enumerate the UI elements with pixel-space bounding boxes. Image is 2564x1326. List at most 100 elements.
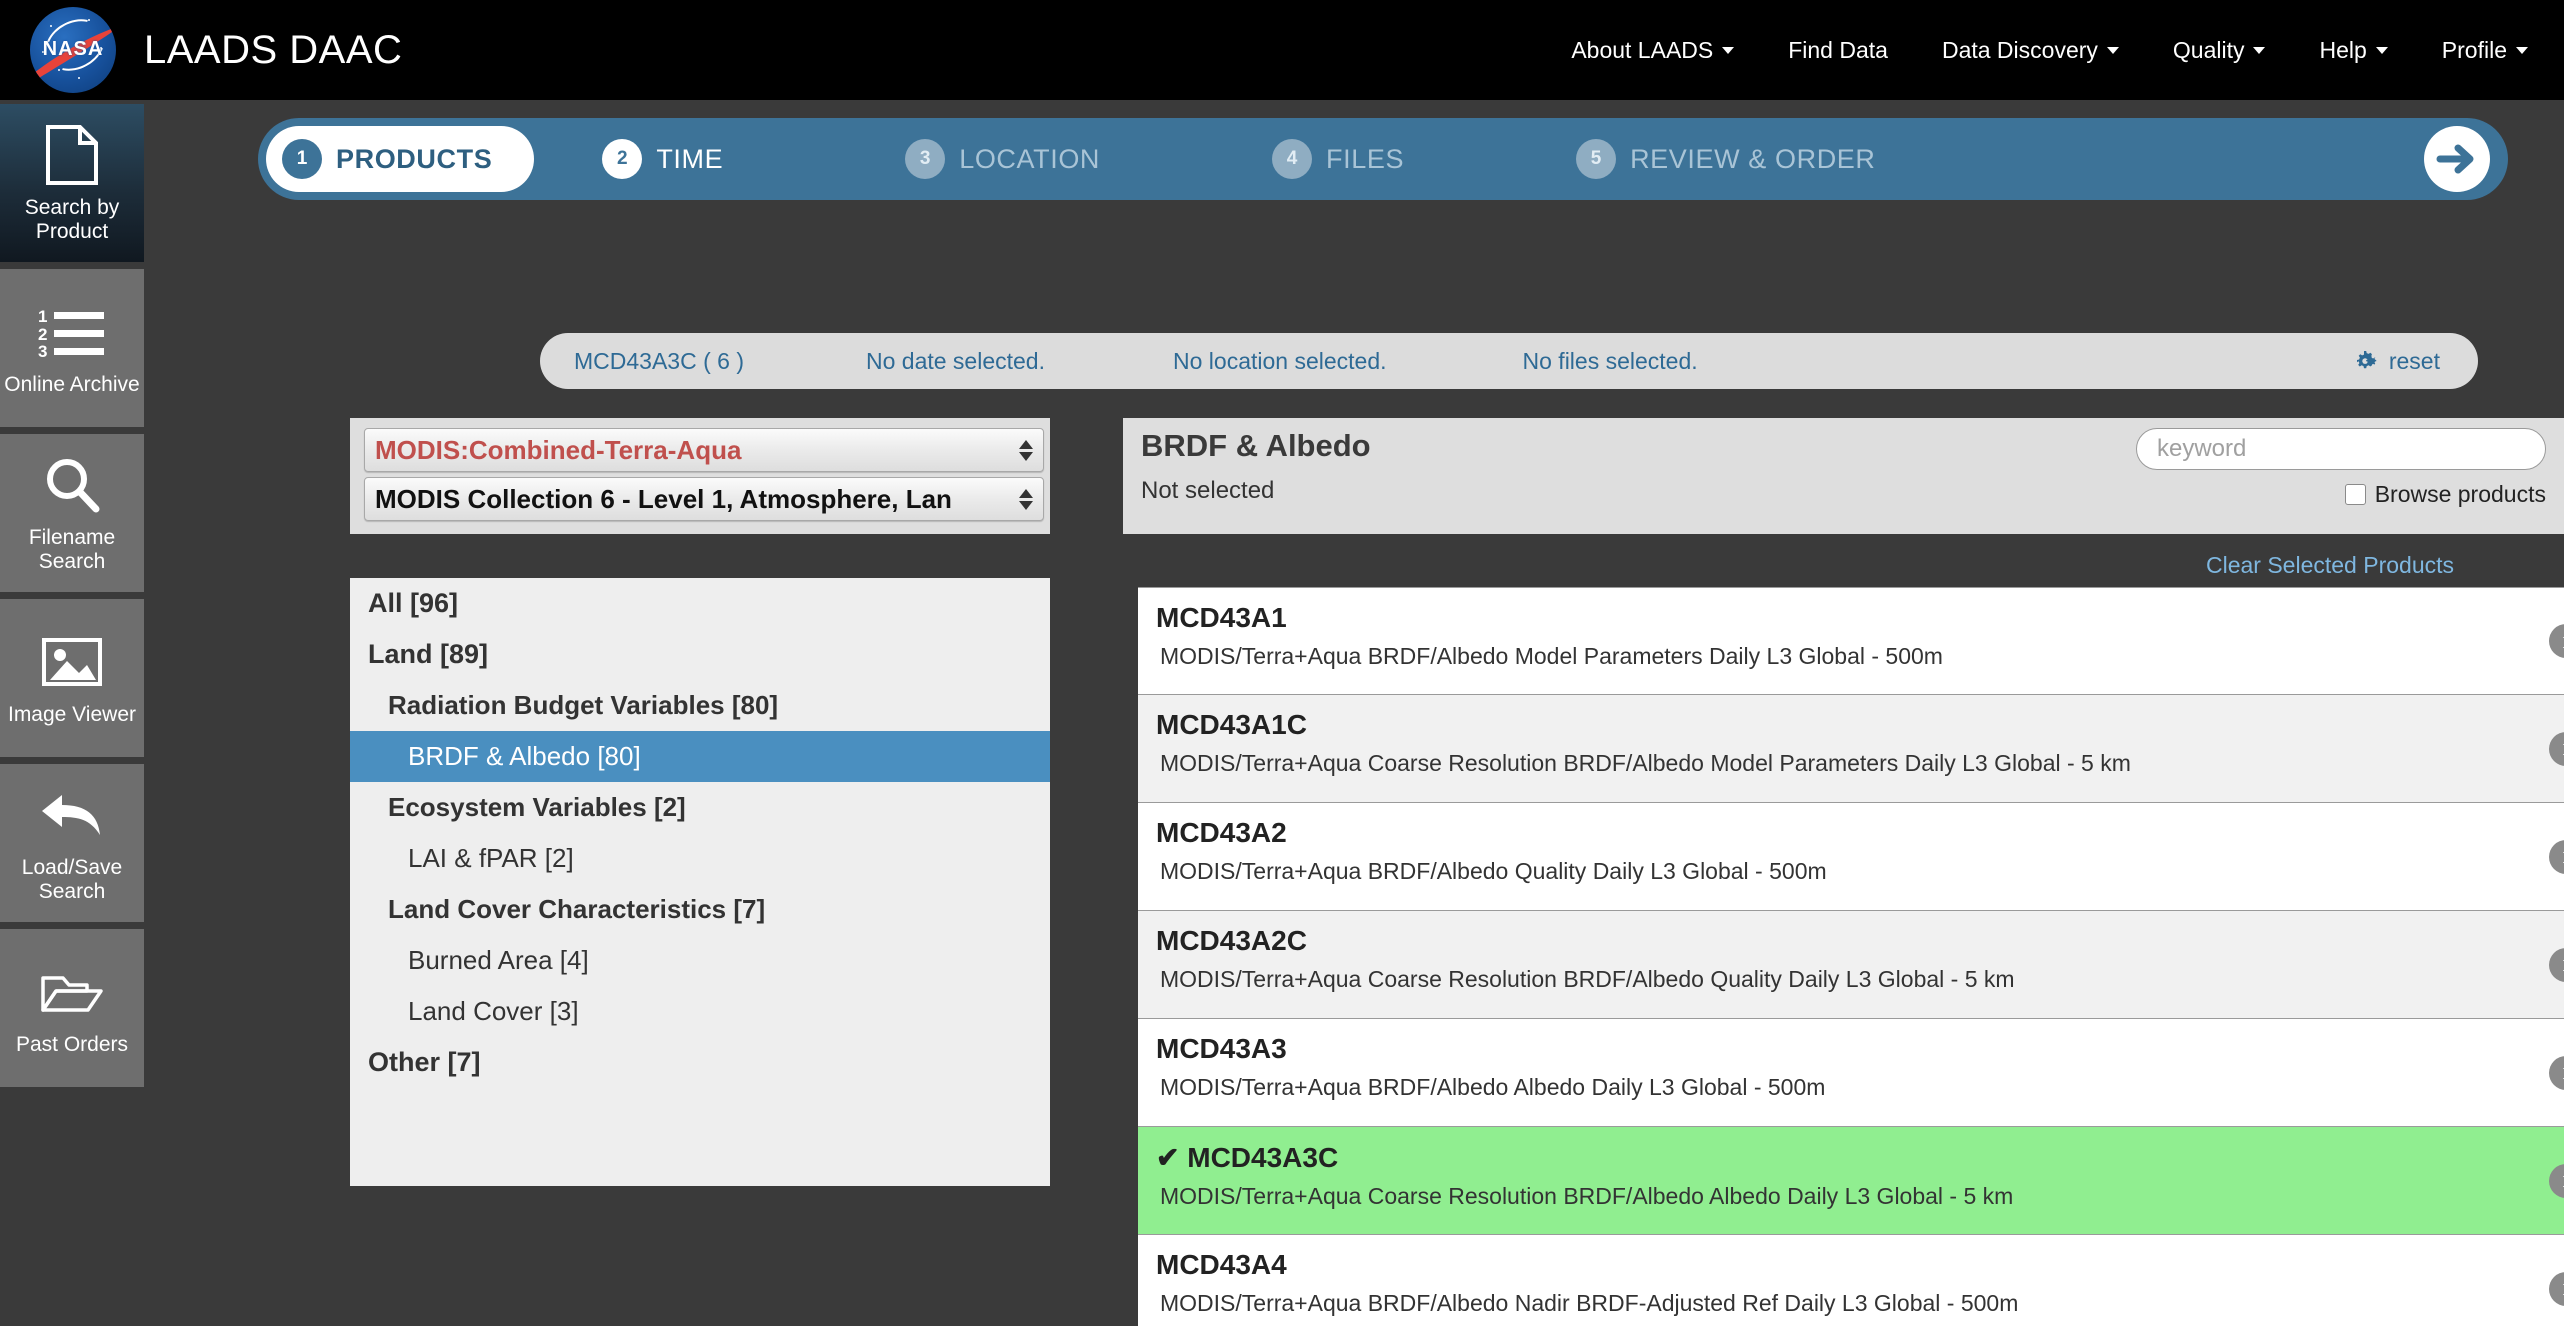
info-icon[interactable]: i bbox=[2549, 839, 2564, 874]
sidebar-item-load-save-search[interactable]: Load/Save Search bbox=[0, 764, 144, 922]
keyword-input[interactable] bbox=[2136, 428, 2546, 470]
nav-item-data-discovery[interactable]: Data Discovery bbox=[1942, 37, 2119, 64]
next-step-button[interactable] bbox=[2424, 126, 2490, 192]
nav-item-about-laads[interactable]: About LAADS bbox=[1571, 37, 1735, 64]
reset-label: reset bbox=[2388, 347, 2440, 374]
chevron-down-icon bbox=[2375, 46, 2388, 54]
product-description: MODIS/Terra+Aqua Coarse Resolution BRDF/… bbox=[1160, 1183, 2014, 1209]
document-icon bbox=[44, 122, 100, 188]
product-description: MODIS/Terra+Aqua Coarse Resolution BRDF/… bbox=[1160, 750, 2131, 776]
info-icon[interactable]: i bbox=[2549, 947, 2564, 982]
category-title-block: BRDF & Albedo Not selected bbox=[1141, 428, 1371, 524]
step-label: TIME bbox=[656, 143, 724, 174]
tree-item-radiation-budget-variables[interactable]: Radiation Budget Variables [80] bbox=[350, 680, 1050, 731]
summary-date[interactable]: No date selected. bbox=[866, 348, 1045, 375]
sidebar-item-filename-search[interactable]: Filename Search bbox=[0, 434, 144, 592]
product-description: MODIS/Terra+Aqua Coarse Resolution BRDF/… bbox=[1160, 966, 2015, 992]
product-description: MODIS/Terra+Aqua BRDF/Albedo Nadir BRDF-… bbox=[1160, 1290, 2019, 1316]
info-icon[interactable]: i bbox=[2549, 1055, 2564, 1090]
nav-label: Help bbox=[2319, 36, 2367, 63]
clear-selected-products-link[interactable]: Clear Selected Products bbox=[1123, 552, 2454, 579]
nav-item-find-data[interactable]: Find Data bbox=[1788, 37, 1888, 64]
sidebar-item-past-orders[interactable]: Past Orders bbox=[0, 929, 144, 1087]
wizard-step-location[interactable]: 3 LOCATION bbox=[905, 139, 1100, 179]
summary-products[interactable]: MCD43A3C ( 6 ) bbox=[574, 348, 744, 375]
checkmark-icon: ✔ bbox=[1156, 1142, 1180, 1173]
gears-icon bbox=[2356, 351, 2377, 369]
product-name: MCD43A4 bbox=[1156, 1249, 1287, 1280]
reset-button[interactable]: reset bbox=[2355, 348, 2440, 375]
table-row[interactable]: MCD43A1C MODIS/Terra+Aqua Coarse Resolut… bbox=[1138, 695, 2564, 803]
selection-summary-bar: MCD43A3C ( 6 ) No date selected. No loca… bbox=[540, 333, 2478, 389]
nav-item-profile[interactable]: Profile bbox=[2442, 37, 2528, 64]
info-icon[interactable]: i bbox=[2549, 624, 2564, 658]
top-header-bar: NASA LAADS DAAC About LAADS Find Data Da… bbox=[0, 0, 2564, 100]
product-name: MCD43A2C bbox=[1156, 925, 1307, 956]
wizard-step-products[interactable]: 1 PRODUCTS bbox=[266, 126, 535, 192]
sidebar-item-label: Online Archive bbox=[4, 373, 140, 397]
nav-item-help[interactable]: Help bbox=[2319, 36, 2388, 64]
tree-item-brdf-albedo[interactable]: BRDF & Albedo [80] bbox=[350, 731, 1050, 782]
collection-select[interactable]: MODIS Collection 6 - Level 1, Atmosphere… bbox=[364, 477, 1044, 521]
browse-products-checkbox[interactable] bbox=[2344, 484, 2366, 505]
tree-item-land-cover[interactable]: Land Cover [3] bbox=[350, 986, 1050, 1037]
table-row[interactable]: MCD43A2C MODIS/Terra+Aqua Coarse Resolut… bbox=[1138, 911, 2564, 1019]
product-description: MODIS/Terra+Aqua BRDF/Albedo Quality Dai… bbox=[1160, 858, 1827, 884]
tree-item-ecosystem-variables[interactable]: Ecosystem Variables [2] bbox=[350, 782, 1050, 833]
product-description: MODIS/Terra+Aqua BRDF/Albedo Model Param… bbox=[1160, 643, 1943, 669]
left-sidebar: Search by Product 1 2 3 Online Archive F… bbox=[0, 100, 148, 1326]
tree-item-land-cover-characteristics[interactable]: Land Cover Characteristics [7] bbox=[350, 884, 1050, 935]
sidebar-item-online-archive[interactable]: 1 2 3 Online Archive bbox=[0, 269, 144, 427]
step-number: 2 bbox=[602, 139, 643, 179]
step-label: PRODUCTS bbox=[336, 143, 493, 174]
product-name: MCD43A3 bbox=[1156, 1033, 1287, 1064]
table-row-selected[interactable]: ✔ MCD43A3C MODIS/Terra+Aqua Coarse Resol… bbox=[1138, 1127, 2564, 1235]
summary-files[interactable]: No files selected. bbox=[1523, 348, 1698, 375]
tree-item-land[interactable]: Land [89] bbox=[350, 629, 1050, 680]
sidebar-item-search-by-product[interactable]: Search by Product bbox=[0, 104, 144, 262]
table-row[interactable]: MCD43A4 MODIS/Terra+Aqua BRDF/Albedo Nad… bbox=[1138, 1235, 2564, 1326]
filter-selects-panel: MODIS:Combined-Terra-Aqua MODIS Collecti… bbox=[350, 418, 1050, 534]
sidebar-item-label: Past Orders bbox=[15, 1033, 129, 1057]
search-icon bbox=[43, 452, 101, 518]
tree-item-burned-area[interactable]: Burned Area [4] bbox=[350, 935, 1050, 986]
page-title: BRDF & Albedo bbox=[1141, 428, 1371, 463]
table-row[interactable]: MCD43A2 MODIS/Terra+Aqua BRDF/Albedo Qua… bbox=[1138, 803, 2564, 911]
step-label: LOCATION bbox=[959, 143, 1101, 174]
info-icon[interactable]: i bbox=[2549, 1271, 2564, 1306]
arrow-right-icon bbox=[2436, 144, 2474, 174]
sidebar-item-image-viewer[interactable]: Image Viewer bbox=[0, 599, 144, 757]
step-label: REVIEW & ORDER bbox=[1630, 143, 1876, 174]
wizard-step-time[interactable]: 2 TIME bbox=[602, 139, 723, 179]
step-label: FILES bbox=[1326, 143, 1405, 174]
keyword-search-block: Browse products bbox=[2136, 428, 2546, 524]
browse-products-label: Browse products bbox=[2374, 481, 2546, 507]
info-icon[interactable]: i bbox=[2549, 1163, 2564, 1198]
chevron-updown-icon bbox=[1019, 439, 1033, 461]
step-number: 5 bbox=[1576, 139, 1617, 179]
nasa-logo[interactable]: NASA bbox=[30, 7, 116, 93]
wizard-step-files[interactable]: 4 FILES bbox=[1272, 139, 1404, 179]
nav-item-quality[interactable]: Quality bbox=[2173, 37, 2266, 64]
table-row[interactable]: MCD43A3 MODIS/Terra+Aqua BRDF/Albedo Alb… bbox=[1138, 1019, 2564, 1127]
browse-products-row[interactable]: Browse products bbox=[2344, 481, 2546, 508]
site-title: LAADS DAAC bbox=[144, 27, 403, 72]
chevron-updown-icon bbox=[1019, 488, 1033, 510]
tree-item-other[interactable]: Other [7] bbox=[350, 1037, 1050, 1088]
table-row[interactable]: MCD43A1 MODIS/Terra+Aqua BRDF/Albedo Mod… bbox=[1138, 587, 2564, 695]
top-navigation: About LAADS Find Data Data Discovery Qua… bbox=[1517, 37, 2564, 64]
summary-location[interactable]: No location selected. bbox=[1173, 348, 1387, 375]
chevron-down-icon bbox=[2106, 46, 2119, 54]
svg-text:3: 3 bbox=[38, 342, 47, 358]
selection-status: Not selected bbox=[1141, 477, 1275, 504]
chevron-down-icon bbox=[2253, 46, 2266, 54]
satellite-select-value: MODIS:Combined-Terra-Aqua bbox=[375, 434, 742, 465]
tree-item-lai-fpar[interactable]: LAI & fPAR [2] bbox=[350, 833, 1050, 884]
nav-label: Data Discovery bbox=[1941, 36, 2098, 63]
nav-label: Quality bbox=[2172, 36, 2245, 63]
tree-item-all[interactable]: All [96] bbox=[350, 578, 1050, 629]
info-icon[interactable]: i bbox=[2549, 731, 2564, 766]
satellite-select[interactable]: MODIS:Combined-Terra-Aqua bbox=[364, 428, 1044, 472]
sidebar-item-label: Load/Save Search bbox=[21, 856, 123, 903]
wizard-step-review-order[interactable]: 5 REVIEW & ORDER bbox=[1576, 139, 1875, 179]
